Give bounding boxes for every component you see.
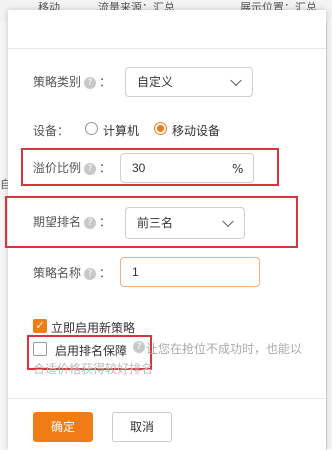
header-divider <box>8 48 326 49</box>
rank-guarantee-checkbox[interactable] <box>33 342 47 356</box>
strategy-type-label: 策略类别?： <box>33 75 112 89</box>
premium-ratio-unit: % <box>232 162 244 176</box>
enable-now-checkbox[interactable]: ✓ <box>33 319 47 333</box>
expected-rank-value: 前三名 <box>137 216 174 230</box>
radio-mobile[interactable] <box>154 122 167 135</box>
background-right-strip <box>326 22 332 450</box>
help-icon[interactable]: ? <box>133 341 145 353</box>
rank-guarantee-hint-cont: 合适价格获得较好排名 <box>33 362 154 376</box>
radio-computer[interactable] <box>85 122 98 135</box>
help-icon[interactable]: ? <box>84 216 97 229</box>
strategy-type-value: 自定义 <box>137 75 174 89</box>
strategy-dialog: 策略类别?： 自定义 设备： 计算机 移动设备 溢价比例?： % 期望排名?： … <box>5 10 326 450</box>
expected-rank-select[interactable]: 前三名 <box>125 207 245 239</box>
cancel-button[interactable]: 取消 <box>112 412 172 442</box>
device-label: 设备： <box>33 124 70 138</box>
help-icon[interactable]: ? <box>84 162 97 175</box>
enable-now-label[interactable]: 立即启用新策略 <box>51 319 135 336</box>
confirm-button[interactable]: 确定 <box>33 412 93 442</box>
strategy-type-select[interactable]: 自定义 <box>125 67 253 97</box>
footer-divider <box>8 398 326 399</box>
strategy-name-input[interactable] <box>120 257 260 287</box>
radio-mobile-label[interactable]: 移动设备 <box>172 122 220 139</box>
premium-ratio-label: 溢价比例?： <box>33 161 112 175</box>
expected-rank-label: 期望排名?： <box>33 215 112 229</box>
strategy-name-label: 策略名称?： <box>33 266 112 280</box>
chevron-down-icon <box>222 215 234 228</box>
chevron-down-icon <box>230 74 242 87</box>
rank-guarantee-hint: 让您在抢位不成功时，也能以 <box>146 342 303 356</box>
rank-guarantee-label[interactable]: 启用排名保障 <box>55 342 127 359</box>
help-icon[interactable]: ? <box>84 76 97 89</box>
help-icon[interactable]: ? <box>84 267 97 280</box>
radio-computer-label[interactable]: 计算机 <box>103 122 139 139</box>
